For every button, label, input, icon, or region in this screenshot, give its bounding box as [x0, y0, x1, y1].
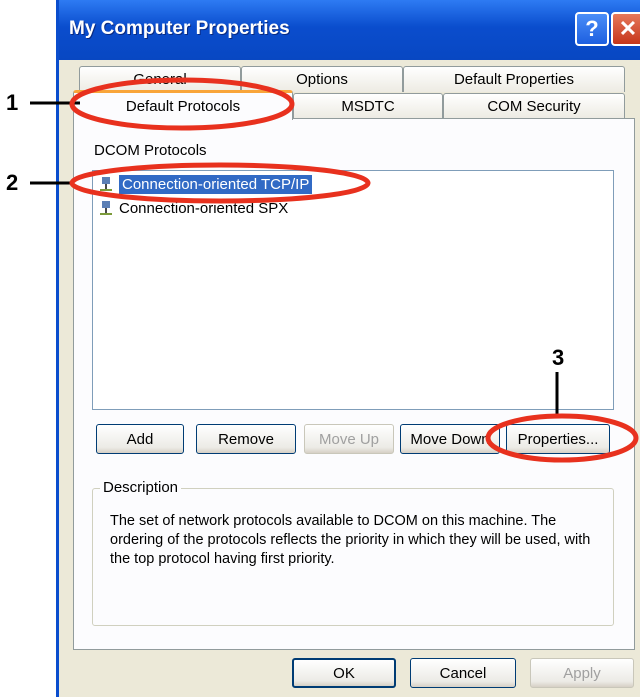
- move-down-button[interactable]: Move Down: [400, 424, 500, 454]
- tab-com-security-label: COM Security: [487, 97, 581, 115]
- annotation-number-1: 1: [6, 90, 19, 115]
- tab-default-properties-label: Default Properties: [453, 71, 575, 88]
- tab-default-protocols-label: Default Protocols: [125, 98, 241, 115]
- description-text: The set of network protocols available t…: [110, 513, 591, 567]
- tab-msdtc-label: MSDTC: [341, 97, 395, 115]
- ok-button[interactable]: OK: [292, 658, 396, 688]
- question-icon: ?: [585, 16, 599, 41]
- tab-general[interactable]: General: [79, 66, 241, 92]
- list-item[interactable]: Connection-oriented TCP/IP: [99, 173, 313, 195]
- window-title: My Computer Properties: [69, 18, 290, 39]
- tab-com-security[interactable]: COM Security: [443, 93, 625, 118]
- ok-button-label: OK: [333, 664, 355, 682]
- protocol-name: Connection-oriented SPX: [119, 199, 289, 217]
- move-up-button-label: Move Up: [318, 430, 380, 448]
- list-item[interactable]: Connection-oriented SPX: [99, 197, 288, 219]
- network-icon: [99, 176, 113, 192]
- properties-button-label: Properties...: [517, 430, 599, 448]
- close-icon: ✕: [618, 16, 638, 41]
- remove-button[interactable]: Remove: [196, 424, 296, 454]
- remove-button-label: Remove: [218, 430, 274, 448]
- add-button-label: Add: [126, 430, 154, 448]
- tab-options-label: Options: [296, 71, 348, 88]
- close-button[interactable]: ✕: [611, 12, 640, 46]
- properties-button[interactable]: Properties...: [506, 424, 610, 454]
- annotation-number-2: 2: [6, 170, 19, 195]
- tab-msdtc[interactable]: MSDTC: [293, 93, 443, 118]
- tab-default-protocols[interactable]: Default Protocols: [73, 90, 293, 120]
- protocol-list[interactable]: Connection-oriented TCP/IP Connection-or…: [92, 170, 614, 410]
- title-bar[interactable]: My Computer Properties ? ✕: [59, 0, 640, 60]
- cancel-button[interactable]: Cancel: [410, 658, 516, 688]
- description-title: Description: [100, 479, 182, 496]
- add-button[interactable]: Add: [96, 424, 184, 454]
- move-up-button[interactable]: Move Up: [304, 424, 394, 454]
- dcom-protocols-label: DCOM Protocols: [94, 142, 207, 159]
- apply-button[interactable]: Apply: [530, 658, 634, 688]
- apply-button-label: Apply: [563, 664, 601, 682]
- tab-general-label: General: [133, 71, 187, 88]
- help-button[interactable]: ?: [575, 12, 609, 46]
- network-icon: [99, 200, 113, 216]
- tab-options[interactable]: Options: [241, 66, 403, 92]
- tab-default-properties[interactable]: Default Properties: [403, 66, 625, 92]
- annotation-number-3: 3: [552, 345, 565, 370]
- cancel-button-label: Cancel: [439, 664, 487, 682]
- protocol-name: Connection-oriented TCP/IP: [119, 174, 313, 194]
- move-down-button-label: Move Down: [410, 430, 490, 448]
